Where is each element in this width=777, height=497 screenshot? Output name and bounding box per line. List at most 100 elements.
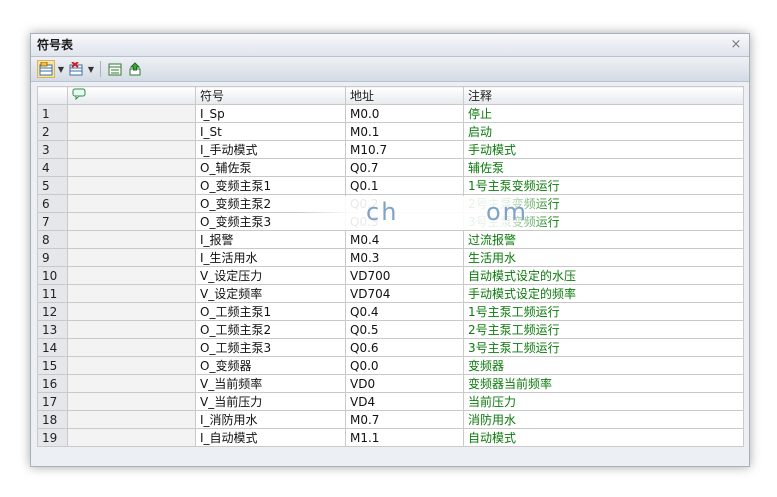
row-state-cell[interactable] <box>67 248 196 267</box>
table-row[interactable]: 1 I_Sp M0.0 停止 <box>37 104 744 123</box>
row-state-cell[interactable] <box>67 284 196 303</box>
address-cell[interactable]: M0.1 <box>345 122 464 141</box>
table-row[interactable]: 16 V_当前频率 VD0 变频器当前频率 <box>37 374 744 393</box>
table-row[interactable]: 7 O_变频主泵3 Q0.3 3号主泵变频运行 <box>37 212 744 231</box>
row-number[interactable]: 15 <box>37 356 68 375</box>
table-row[interactable]: 2 I_St M0.1 启动 <box>37 122 744 141</box>
comment-cell[interactable]: 2号主泵工频运行 <box>463 320 744 339</box>
symbol-cell[interactable]: I_自动模式 <box>195 428 346 447</box>
table-row[interactable]: 9 I_生活用水 M0.3 生活用水 <box>37 248 744 267</box>
row-number[interactable]: 6 <box>37 194 68 213</box>
comment-cell[interactable]: 停止 <box>463 104 744 123</box>
address-cell[interactable]: Q0.2 <box>345 194 464 213</box>
address-cell[interactable]: M10.7 <box>345 140 464 159</box>
row-number[interactable]: 16 <box>37 374 68 393</box>
symbol-cell[interactable]: I_手动模式 <box>195 140 346 159</box>
row-number[interactable]: 14 <box>37 338 68 357</box>
comment-cell[interactable]: 自动模式 <box>463 428 744 447</box>
table-row[interactable]: 13 O_工频主泵2 Q0.5 2号主泵工频运行 <box>37 320 744 339</box>
symbol-cell[interactable]: O_变频主泵1 <box>195 176 346 195</box>
address-cell[interactable]: M0.4 <box>345 230 464 249</box>
symbol-cell[interactable]: V_当前压力 <box>195 392 346 411</box>
table-row[interactable]: 3 I_手动模式 M10.7 手动模式 <box>37 140 744 159</box>
row-state-cell[interactable] <box>67 158 196 177</box>
row-number[interactable]: 2 <box>37 122 68 141</box>
address-cell[interactable]: Q0.1 <box>345 176 464 195</box>
comment-cell[interactable]: 辅佐泵 <box>463 158 744 177</box>
row-number[interactable]: 9 <box>37 248 68 267</box>
row-state-cell[interactable] <box>67 194 196 213</box>
table-row[interactable]: 14 O_工频主泵3 Q0.6 3号主泵工频运行 <box>37 338 744 357</box>
symbol-cell[interactable]: I_消防用水 <box>195 410 346 429</box>
table-row[interactable]: 4 O_辅佐泵 Q0.7 辅佐泵 <box>37 158 744 177</box>
symbol-cell[interactable]: O_工频主泵1 <box>195 302 346 321</box>
symbol-cell[interactable]: O_变频主泵2 <box>195 194 346 213</box>
symbol-cell[interactable]: V_设定频率 <box>195 284 346 303</box>
address-cell[interactable]: Q0.5 <box>345 320 464 339</box>
header-address[interactable]: 地址 <box>345 86 464 105</box>
row-number[interactable]: 17 <box>37 392 68 411</box>
symbol-cell[interactable]: I_Sp <box>195 104 346 123</box>
address-cell[interactable]: M0.7 <box>345 410 464 429</box>
apply-symbols-icon[interactable] <box>126 60 144 78</box>
table-row[interactable]: 6 O_变频主泵2 Q0.2 2号主泵变频运行 <box>37 194 744 213</box>
comment-cell[interactable]: 当前压力 <box>463 392 744 411</box>
comment-cell[interactable]: 1号主泵变频运行 <box>463 176 744 195</box>
address-cell[interactable]: VD704 <box>345 284 464 303</box>
symbol-cell[interactable]: I_St <box>195 122 346 141</box>
row-number[interactable]: 19 <box>37 428 68 447</box>
row-number[interactable]: 13 <box>37 320 68 339</box>
row-number[interactable]: 3 <box>37 140 68 159</box>
address-cell[interactable]: M1.1 <box>345 428 464 447</box>
header-symbol[interactable]: 符号 <box>195 86 346 105</box>
row-state-cell[interactable] <box>67 176 196 195</box>
address-cell[interactable]: VD700 <box>345 266 464 285</box>
address-cell[interactable]: Q0.4 <box>345 302 464 321</box>
row-state-cell[interactable] <box>67 410 196 429</box>
table-row[interactable]: 5 O_变频主泵1 Q0.1 1号主泵变频运行 <box>37 176 744 195</box>
header-comment[interactable]: 注释 <box>463 86 744 105</box>
comment-cell[interactable]: 过流报警 <box>463 230 744 249</box>
row-state-cell[interactable] <box>67 320 196 339</box>
table-row[interactable]: 18 I_消防用水 M0.7 消防用水 <box>37 410 744 429</box>
row-state-cell[interactable] <box>67 338 196 357</box>
address-cell[interactable]: Q0.6 <box>345 338 464 357</box>
insert-row-icon[interactable] <box>37 60 55 78</box>
table-row[interactable]: 12 O_工频主泵1 Q0.4 1号主泵工频运行 <box>37 302 744 321</box>
comment-cell[interactable]: 2号主泵变频运行 <box>463 194 744 213</box>
row-state-cell[interactable] <box>67 266 196 285</box>
row-state-cell[interactable] <box>67 392 196 411</box>
close-icon[interactable]: × <box>729 34 743 56</box>
table-row[interactable]: 8 I_报警 M0.4 过流报警 <box>37 230 744 249</box>
symbol-cell[interactable]: O_工频主泵2 <box>195 320 346 339</box>
address-cell[interactable]: Q0.3 <box>345 212 464 231</box>
delete-row-icon[interactable] <box>67 60 85 78</box>
address-cell[interactable]: Q0.0 <box>345 356 464 375</box>
symbol-cell[interactable]: I_报警 <box>195 230 346 249</box>
insert-dropdown-chevron-down-icon[interactable]: ▼ <box>57 60 65 78</box>
table-row[interactable]: 15 O_变频器 Q0.0 变频器 <box>37 356 744 375</box>
row-state-cell[interactable] <box>67 356 196 375</box>
comment-cell[interactable]: 消防用水 <box>463 410 744 429</box>
symbol-cell[interactable]: I_生活用水 <box>195 248 346 267</box>
row-state-cell[interactable] <box>67 428 196 447</box>
address-cell[interactable]: VD0 <box>345 374 464 393</box>
row-state-cell[interactable] <box>67 374 196 393</box>
symbol-cell[interactable]: O_工频主泵3 <box>195 338 346 357</box>
address-cell[interactable]: M0.0 <box>345 104 464 123</box>
table-row[interactable]: 11 V_设定频率 VD704 手动模式设定的频率 <box>37 284 744 303</box>
comment-cell[interactable]: 变频器当前频率 <box>463 374 744 393</box>
row-state-cell[interactable] <box>67 104 196 123</box>
comment-cell[interactable]: 自动模式设定的水压 <box>463 266 744 285</box>
table-row[interactable]: 19 I_自动模式 M1.1 自动模式 <box>37 428 744 447</box>
row-state-cell[interactable] <box>67 230 196 249</box>
comment-cell[interactable]: 变频器 <box>463 356 744 375</box>
comment-cell[interactable]: 1号主泵工频运行 <box>463 302 744 321</box>
row-number[interactable]: 12 <box>37 302 68 321</box>
symbol-cell[interactable]: O_变频器 <box>195 356 346 375</box>
header-state-column[interactable] <box>67 86 196 105</box>
comment-cell[interactable]: 手动模式 <box>463 140 744 159</box>
comment-cell[interactable]: 手动模式设定的频率 <box>463 284 744 303</box>
row-number[interactable]: 7 <box>37 212 68 231</box>
row-state-cell[interactable] <box>67 212 196 231</box>
